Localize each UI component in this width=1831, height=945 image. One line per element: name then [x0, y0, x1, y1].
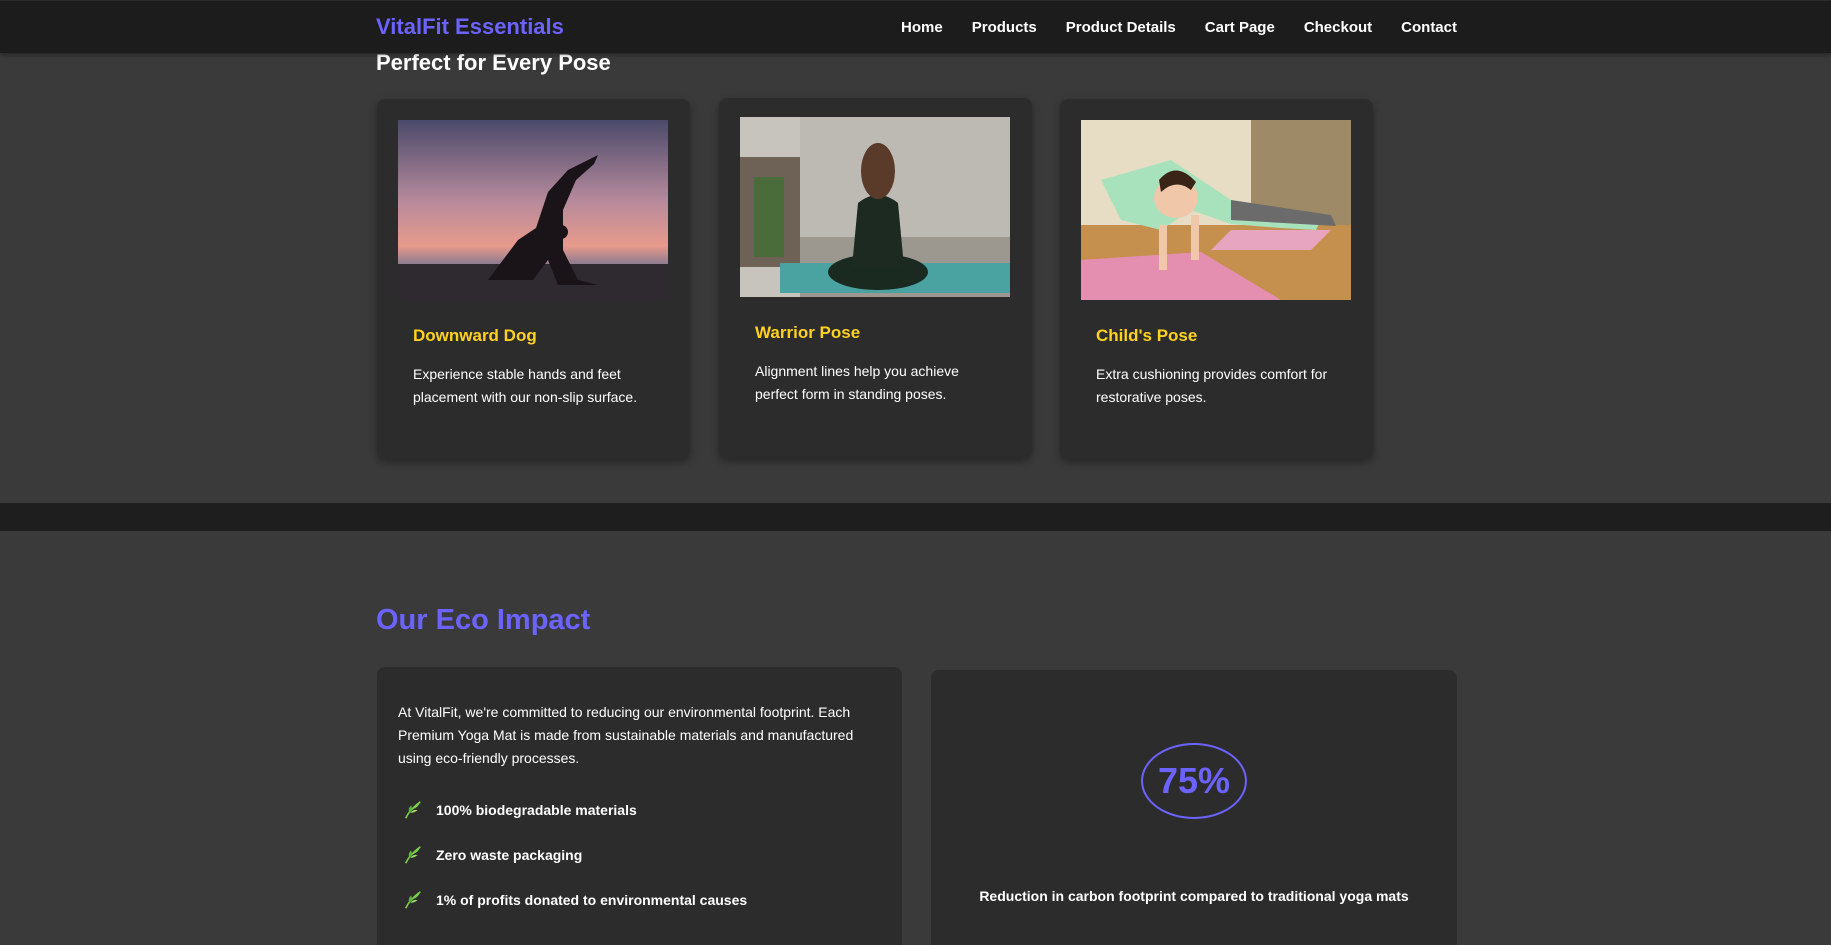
leaf-icon — [404, 800, 421, 819]
pose-card-text: Extra cushioning provides comfort for re… — [1096, 366, 1328, 405]
seated-yoga-meditation-photo — [740, 117, 1010, 297]
pose-card-text: Experience stable hands and feet placeme… — [413, 366, 638, 405]
pose-card-title: Child's Pose — [1096, 326, 1198, 345]
stat-caption: Reduction in carbon footprint compared t… — [979, 888, 1409, 904]
pose-card-warrior-pose: Warrior Pose Alignment lines help you ac… — [719, 98, 1032, 458]
poses-section-title: Perfect for Every Pose — [376, 50, 611, 75]
pose-card-childs-pose: Child's Pose Extra cushioning provides c… — [1060, 99, 1373, 459]
pose-card-downward-dog: Downward Dog Experience stable hands and… — [377, 99, 690, 459]
eco-benefits-list: 100% biodegradable materials Zero waste … — [402, 787, 747, 922]
nav-link-checkout[interactable]: Checkout — [1304, 19, 1372, 36]
nav-link-product-details[interactable]: Product Details — [1066, 19, 1176, 36]
yoga-silhouette-sunset-photo — [398, 120, 668, 300]
eco-item-label: Zero waste packaging — [436, 846, 583, 863]
eco-section-title: Our Eco Impact — [376, 604, 591, 636]
top-navbar: VitalFit Essentials Home Products Produc… — [0, 0, 1831, 53]
pose-card-title: Downward Dog — [413, 326, 537, 345]
list-item: 100% biodegradable materials — [402, 787, 747, 832]
brand-logo-link[interactable]: VitalFit Essentials — [376, 14, 564, 40]
pose-card-title: Warrior Pose — [755, 323, 861, 342]
nav-link-home[interactable]: Home — [901, 19, 943, 36]
nav-link-cart-page[interactable]: Cart Page — [1205, 19, 1275, 36]
nav-links: Home Products Product Details Cart Page … — [901, 19, 1457, 36]
eco-item-label: 100% biodegradable materials — [436, 801, 637, 818]
list-item: Zero waste packaging — [402, 832, 747, 877]
stat-value-circle: 75% — [1141, 743, 1247, 819]
eco-intro-text: At VitalFit, we're committed to reducing… — [398, 704, 854, 766]
pose-card-text: Alignment lines help you achieve perfect… — [755, 363, 959, 402]
nav-link-contact[interactable]: Contact — [1401, 19, 1457, 36]
eco-stat-card: 75% Reduction in carbon footprint compar… — [931, 670, 1457, 945]
leaf-icon — [404, 845, 421, 864]
nav-link-products[interactable]: Products — [972, 19, 1037, 36]
list-item: 1% of profits donated to environmental c… — [402, 877, 747, 922]
eco-text-card: At VitalFit, we're committed to reducing… — [377, 667, 902, 945]
eco-item-label: 1% of profits donated to environmental c… — [436, 891, 748, 908]
leaf-icon — [404, 890, 421, 909]
section-divider — [0, 503, 1831, 531]
arm-balance-yoga-class-photo — [1081, 120, 1351, 300]
